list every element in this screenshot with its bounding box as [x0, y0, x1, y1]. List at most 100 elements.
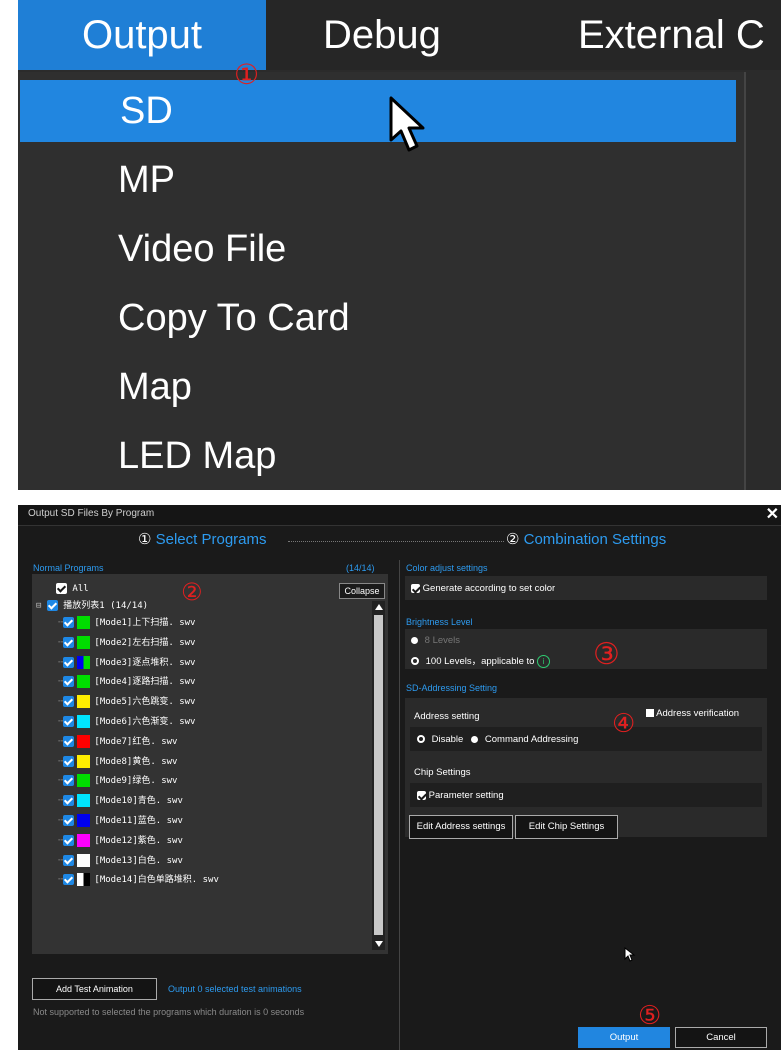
program-checkbox[interactable] [63, 795, 75, 807]
program-checkbox[interactable] [63, 755, 75, 767]
program-row[interactable]: ╌ [Mode14]白色单路堆积. swv [58, 872, 219, 889]
program-checkbox[interactable] [63, 834, 75, 846]
program-checkbox[interactable] [63, 815, 75, 826]
program-label: [Mode3]逐点堆积. swv [94, 657, 196, 668]
program-checkbox[interactable] [63, 854, 75, 866]
brightness-heading: Brightness Level [406, 617, 473, 627]
program-checkbox[interactable] [63, 617, 75, 628]
program-checkbox[interactable] [63, 656, 75, 668]
mouse-cursor-icon [388, 96, 430, 159]
disable-label[interactable]: Disable [432, 734, 464, 745]
add-test-animation-button[interactable]: Add Test Animation [32, 978, 157, 1000]
program-row[interactable]: ╌ [Mode12]紫色. swv [58, 833, 183, 850]
program-checkbox[interactable] [63, 636, 75, 648]
annotation-4: ④ [612, 709, 636, 739]
menu-item-sd[interactable]: SD [20, 80, 736, 142]
collapse-button[interactable]: Collapse [339, 583, 385, 599]
menu-item-video-file[interactable]: Video File [18, 218, 736, 280]
program-row[interactable]: ╌ [Mode8]黄色. swv [58, 754, 177, 771]
program-list-scrollbar[interactable] [372, 601, 385, 950]
command-addressing-radio[interactable] [471, 735, 479, 743]
program-row[interactable]: ╌ [Mode10]青色. swv [58, 793, 183, 810]
playlist-checkbox[interactable] [46, 600, 58, 611]
output-dropdown-menu: SD MP Video File Copy To Card Map LED Ma… [18, 72, 746, 490]
scroll-thumb[interactable] [374, 615, 383, 935]
program-checkbox[interactable] [63, 716, 75, 727]
annotation-5: ⑤ [638, 1001, 662, 1031]
menu-tab-output[interactable]: Output [18, 0, 266, 70]
normal-programs-heading: Normal Programs [33, 563, 104, 573]
select-all-label: All [72, 584, 89, 594]
annotation-3: ③ [593, 637, 620, 672]
address-verification-option[interactable]: Address verification [646, 708, 739, 719]
test-animations-status: Output 0 selected test animations [168, 984, 302, 994]
program-checkbox[interactable] [63, 676, 75, 688]
edit-address-settings-button[interactable]: Edit Address settings [409, 815, 513, 839]
100-levels-label: 100 Levels，applicable to [425, 656, 535, 667]
program-label: [Mode12]紫色. swv [94, 835, 183, 846]
address-verification-checkbox[interactable] [646, 709, 654, 718]
programs-count: (14/14) [346, 563, 375, 573]
menu-tab-debug[interactable]: Debug [323, 0, 441, 70]
scroll-down-icon[interactable] [375, 941, 383, 947]
program-row[interactable]: ╌ [Mode3]逐点堆积. swv [58, 655, 195, 672]
program-checkbox[interactable] [63, 775, 75, 787]
program-row[interactable]: ╌ [Mode1]上下扫描. swv [58, 615, 195, 632]
generate-checkbox[interactable] [411, 583, 420, 593]
parameter-setting-option[interactable]: Parameter setting [417, 790, 504, 801]
program-color-swatch [77, 675, 91, 689]
menu-item-map[interactable]: Map [18, 356, 736, 418]
100-levels-option[interactable]: 100 Levels，applicable to i [411, 653, 551, 668]
menu-item-copy-to-card[interactable]: Copy To Card [18, 287, 736, 349]
info-icon[interactable]: i [537, 654, 551, 668]
program-label: [Mode5]六色跳变. swv [94, 697, 196, 708]
generate-color-option[interactable]: Generate according to set color [411, 583, 555, 594]
menu-tab-external[interactable]: External C [578, 0, 765, 70]
program-color-swatch [77, 794, 91, 808]
program-color-swatch [77, 814, 91, 827]
program-checkbox[interactable] [63, 696, 75, 708]
command-addressing-label[interactable]: Command Addressing [485, 734, 578, 745]
parameter-setting-checkbox[interactable] [417, 790, 426, 800]
program-label: [Mode4]逐路扫描. swv [94, 677, 196, 688]
program-label: [Mode8]黄色. swv [94, 756, 178, 767]
select-all-row[interactable]: All [56, 581, 89, 598]
program-label: [Mode6]六色渐变. swv [94, 717, 196, 727]
100-levels-radio[interactable] [411, 657, 419, 666]
program-row[interactable]: ╌ [Mode2]左右扫描. swv [58, 635, 195, 652]
program-color-swatch [77, 695, 91, 709]
playlist-label: 播放列表1 (14/14) [63, 601, 149, 611]
program-row[interactable]: ╌ [Mode4]逐路扫描. swv [58, 674, 195, 691]
program-row[interactable]: ╌ [Mode7]红色. swv [58, 734, 177, 751]
program-label: [Mode9]绿色. swv [94, 776, 178, 787]
playlist-group-row[interactable]: ⊟ 播放列表1 (14/14) [36, 598, 148, 615]
menu-item-led-map[interactable]: LED Map [18, 425, 736, 487]
program-checkbox[interactable] [63, 735, 75, 747]
program-checkbox[interactable] [63, 874, 75, 886]
close-icon[interactable]: ✕ [766, 505, 779, 524]
panel-divider [399, 560, 400, 1050]
program-color-swatch [77, 833, 91, 847]
disable-radio[interactable] [417, 735, 425, 744]
collapse-tree-icon[interactable]: ⊟ [36, 601, 41, 611]
select-all-checkbox[interactable] [56, 583, 67, 594]
program-label: [Mode1]上下扫描. swv [94, 618, 196, 628]
program-row[interactable]: ╌ [Mode6]六色渐变. swv [58, 714, 195, 731]
8-levels-option[interactable]: 8 Levels [411, 635, 460, 646]
program-row[interactable]: ╌ [Mode9]绿色. swv [58, 773, 177, 790]
program-row[interactable]: ╌ [Mode13]白色. swv [58, 853, 183, 870]
program-label: [Mode7]红色. swv [94, 736, 178, 747]
generate-label: Generate according to set color [422, 583, 556, 594]
program-row[interactable]: ╌ [Mode11]蓝色. swv [58, 813, 183, 830]
scroll-up-icon[interactable] [375, 604, 383, 610]
program-row[interactable]: ╌ [Mode5]六色跳变. swv [58, 694, 195, 711]
color-adjust-heading: Color adjust settings [406, 563, 488, 573]
program-color-swatch [77, 853, 91, 867]
menu-item-mp[interactable]: MP [18, 149, 736, 211]
program-color-swatch [77, 873, 91, 887]
program-label: [Mode13]白色. swv [94, 855, 183, 866]
cancel-button[interactable]: Cancel [675, 1027, 767, 1048]
8-levels-radio[interactable] [411, 636, 418, 644]
program-label: [Mode10]青色. swv [94, 796, 183, 807]
edit-chip-settings-button[interactable]: Edit Chip Settings [515, 815, 618, 839]
